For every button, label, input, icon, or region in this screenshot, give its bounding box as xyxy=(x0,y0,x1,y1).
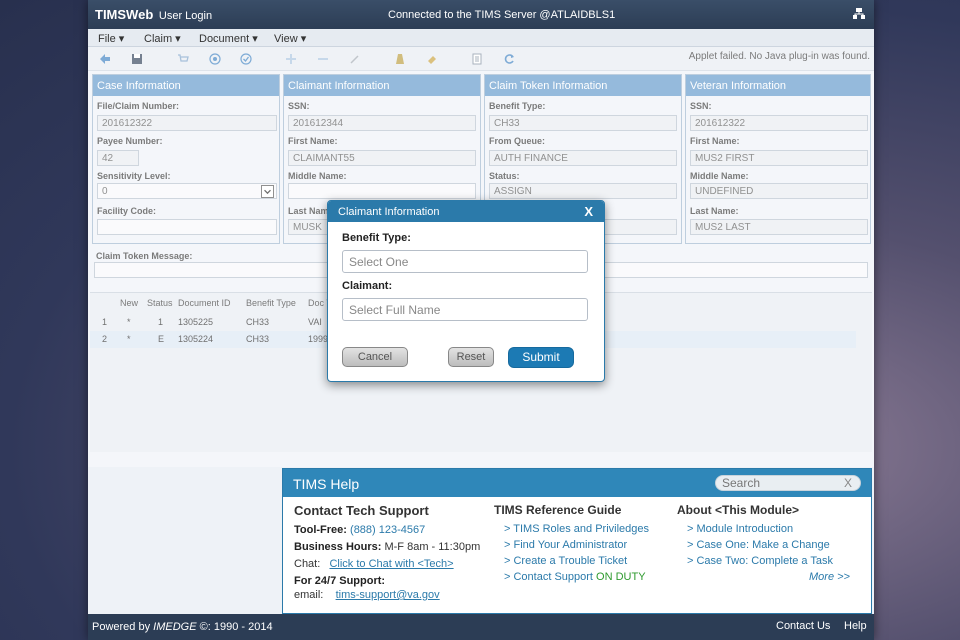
reset-button[interactable]: Reset xyxy=(448,347,494,367)
close-icon[interactable]: X xyxy=(584,204,593,219)
about-heading: About <This Module> xyxy=(677,503,799,517)
about-link-case-two[interactable]: > Case Two: Complete a Task xyxy=(687,555,850,567)
server-status: Connected to the TIMS Server @ATLAIDBLS1 xyxy=(388,9,616,21)
powered-by: Powered by IMEDGE ©: 1990 - 2014 xyxy=(92,621,273,633)
guide-link-roles[interactable]: > TIMS Roles and Priviledges xyxy=(504,523,649,535)
hours-value: M-F 8am - 11:30pm xyxy=(384,541,481,553)
powered-brand: IMEDGE xyxy=(153,621,197,633)
tollfree-value: (888) 123-4567 xyxy=(350,524,426,536)
reference-guide-column: TIMS Reference Guide > TIMS Roles and Pr… xyxy=(494,503,649,587)
help-panel: TIMS Help Search X Contact Tech Support … xyxy=(282,468,872,614)
guide-contact-support-line: > Contact Support ON DUTY xyxy=(504,571,649,583)
menu-claim[interactable]: Claim ▾ xyxy=(144,32,181,45)
help-title: TIMS Help xyxy=(293,476,360,492)
help-header: TIMS Help Search X xyxy=(283,469,871,497)
menu-file[interactable]: File ▾ xyxy=(98,32,124,45)
benefit-type-select[interactable] xyxy=(342,250,588,273)
menu-bar: File ▾ Claim ▾ Document ▾ View ▾ xyxy=(88,29,874,47)
help-search[interactable]: Search X xyxy=(715,475,861,491)
email-link[interactable]: tims-support@va.gov xyxy=(336,589,440,601)
support-label: For 24/7 Support: xyxy=(294,575,386,587)
about-module-column: About <This Module> > Module Introductio… xyxy=(677,503,850,587)
help-link[interactable]: Help xyxy=(844,620,867,632)
guide-link-contact-support[interactable]: > Contact Support xyxy=(504,571,593,583)
more-link[interactable]: More >> xyxy=(809,571,850,583)
dialog-title: Claimant Information xyxy=(338,206,440,218)
email-label: email: xyxy=(294,589,324,601)
about-link-introduction[interactable]: > Module Introduction xyxy=(687,523,850,535)
footer: Powered by IMEDGE ©: 1990 - 2014 Contact… xyxy=(88,614,874,640)
powered-prefix: Powered by xyxy=(92,621,151,633)
tollfree-label: Tool-Free: xyxy=(294,524,347,536)
submit-button[interactable]: Submit xyxy=(508,347,574,368)
guide-link-administrator[interactable]: > Find Your Administrator xyxy=(504,539,649,551)
dialog-claimant-label: Claimant: xyxy=(342,280,393,292)
chat-link[interactable]: Click to Chat with <Tech> xyxy=(329,558,453,570)
tollfree-line: Tool-Free: (888) 123-4567 xyxy=(294,524,480,536)
chat-label: Chat: xyxy=(294,558,321,570)
claimant-information-dialog: Claimant Information X Benefit Type: Cla… xyxy=(327,200,605,382)
claimant-full-name-select[interactable] xyxy=(342,298,588,321)
app-name: TIMSWeb xyxy=(95,7,154,22)
network-icon[interactable] xyxy=(852,7,866,21)
search-clear-icon[interactable]: X xyxy=(844,476,852,490)
guide-heading: TIMS Reference Guide xyxy=(494,503,622,517)
hours-line: Business Hours: M-F 8am - 11:30pm xyxy=(294,541,480,553)
contact-us-link[interactable]: Contact Us xyxy=(776,620,830,632)
menu-view[interactable]: View ▾ xyxy=(274,32,306,45)
app-brand: TIMSWeb User Login xyxy=(95,7,212,22)
guide-link-trouble-ticket[interactable]: > Create a Trouble Ticket xyxy=(504,555,649,567)
about-link-case-one[interactable]: > Case One: Make a Change xyxy=(687,539,850,551)
powered-suffix: ©: 1990 - 2014 xyxy=(199,621,273,633)
dialog-header: Claimant Information X xyxy=(328,201,604,222)
cancel-button[interactable]: Cancel xyxy=(342,347,408,367)
hours-label: Business Hours: xyxy=(294,541,382,553)
on-duty-status: ON DUTY xyxy=(596,571,646,583)
menu-document[interactable]: Document ▾ xyxy=(199,32,258,45)
contact-support-column: Contact Tech Support Tool-Free: (888) 12… xyxy=(294,503,480,606)
support-line: For 24/7 Support: xyxy=(294,575,480,587)
contact-heading: Contact Tech Support xyxy=(294,503,429,518)
title-bar: TIMSWeb User Login Connected to the TIMS… xyxy=(88,0,874,29)
help-search-placeholder: Search xyxy=(722,476,761,490)
app-subtitle: User Login xyxy=(158,10,213,22)
dialog-benefit-type-label: Benefit Type: xyxy=(342,232,411,244)
email-line: email: tims-support@va.gov xyxy=(294,589,480,601)
chat-line: Chat: Click to Chat with <Tech> xyxy=(294,558,480,570)
